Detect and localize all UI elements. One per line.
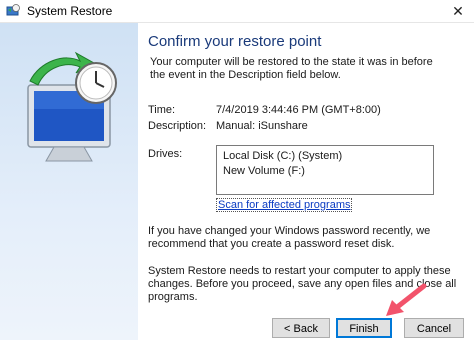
description-label: Description: [148,120,207,132]
page-heading: Confirm your restore point [148,33,322,50]
drive-item[interactable]: Local Disk (C:) (System) [223,150,342,162]
system-restore-app-icon [6,4,20,16]
cancel-button[interactable]: Cancel [404,318,464,338]
scan-affected-programs-link[interactable]: Scan for affected programs [216,198,353,212]
time-label: Time: [148,104,176,116]
finish-button[interactable]: Finish [336,318,392,338]
drive-item[interactable]: New Volume (F:) [223,165,305,177]
back-button[interactable]: < Back [272,318,330,338]
description-value: Manual: iSunshare [216,120,308,132]
system-restore-illustration-icon [27,51,117,162]
close-button[interactable]: ✕ [448,2,468,20]
time-value: 7/4/2019 3:44:46 PM (GMT+8:00) [216,104,381,116]
password-note: If you have changed your Windows passwor… [148,225,431,250]
drives-list[interactable]: Local Disk (C:) (System) New Volume (F:) [216,145,434,195]
title-bar: System Restore ✕ [0,0,474,23]
window-title: System Restore [27,4,113,18]
intro-text: Your computer will be restored to the st… [150,56,433,81]
drives-label: Drives: [148,148,183,160]
left-banner-panel [0,23,138,340]
pointer-arrow-icon [386,283,427,316]
